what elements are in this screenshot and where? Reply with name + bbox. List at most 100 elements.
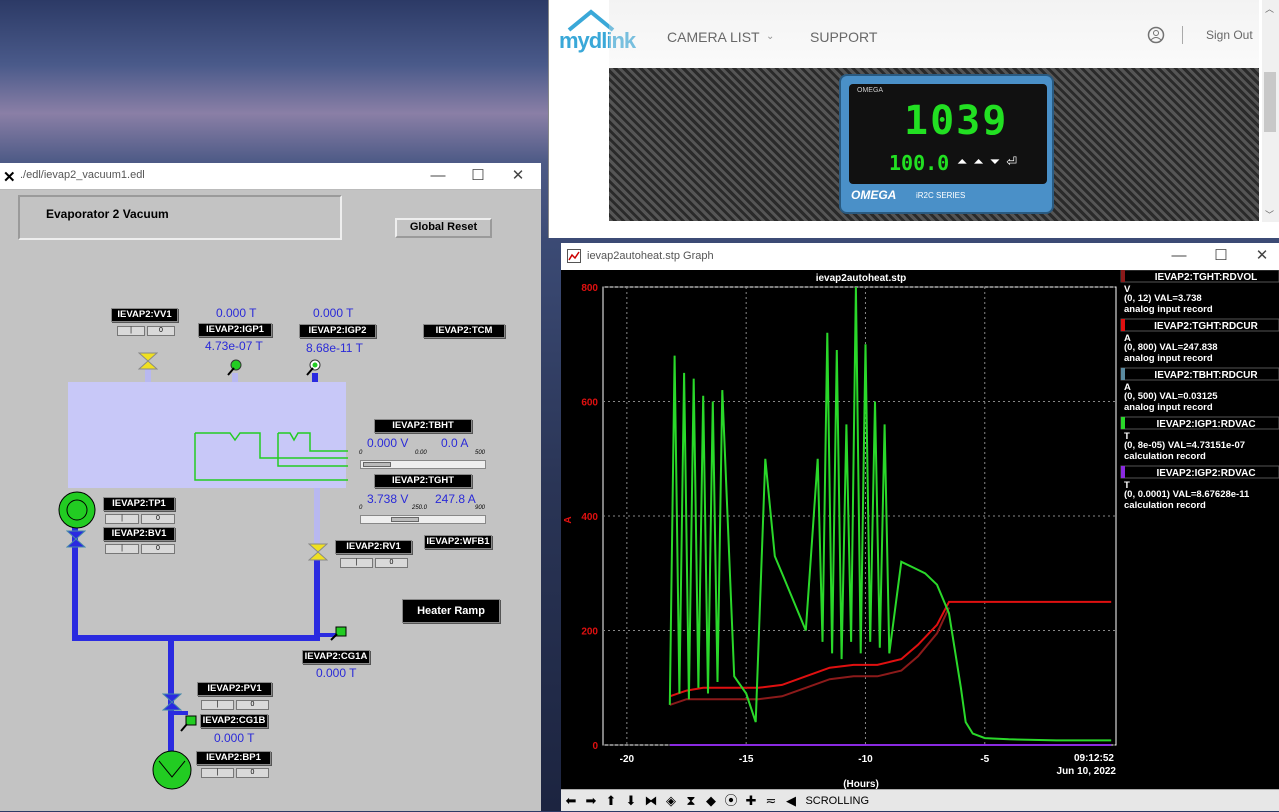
tbht-slider[interactable] — [360, 460, 486, 469]
chart-title: ievap2autoheat.stp — [816, 273, 907, 284]
legend-range: (0, 12) VAL=3.738 — [1124, 293, 1202, 304]
tght-slider[interactable] — [360, 515, 486, 524]
legend-name: IEVAP2:TGHT:RDCUR — [1154, 321, 1258, 332]
pv-label-tp1: IEVAP2:TP1 — [103, 497, 175, 511]
pv1-controls[interactable]: | 0 — [201, 700, 269, 710]
cg1b-gauge-icon[interactable] — [180, 715, 198, 733]
minimize-icon[interactable]: — — [423, 166, 453, 186]
pv-label-bv1: IEVAP2:BV1 — [103, 527, 175, 541]
tght-scale-min: 0 — [359, 505, 363, 511]
tght-current: 247.8 A — [435, 492, 476, 506]
legend-record-type: calculation record — [1124, 451, 1206, 462]
graph-titlebar: ievap2autoheat.stp Graph — ☐ ✕ — [561, 243, 1279, 270]
close-icon[interactable]: ✕ — [1247, 246, 1277, 266]
tp1-off-button[interactable]: | — [105, 514, 139, 524]
legend-color-swatch — [1121, 270, 1125, 282]
sv-display: 100.0 — [889, 151, 950, 175]
pv1-open-button[interactable]: 0 — [236, 700, 269, 710]
legend-color-swatch — [1121, 466, 1125, 478]
backing-pump-icon[interactable] — [151, 749, 193, 791]
bv1-valve-icon[interactable] — [66, 530, 86, 548]
pv1-close-button[interactable]: | — [201, 700, 234, 710]
arrow-right-icon[interactable]: ➡ — [583, 793, 599, 809]
legend-record-type: analog input record — [1124, 353, 1213, 364]
tbht-scale-min: 0 — [359, 450, 363, 456]
chart-canvas[interactable]: 0 200 400 600 800 -20 -15 -10 -5 ievap2autoheat.s… — [561, 269, 1279, 790]
cg1a-gauge-icon[interactable] — [330, 626, 348, 642]
bv1-close-button[interactable]: | — [105, 544, 139, 554]
legend-range: (0, 800) VAL=247.838 — [1124, 342, 1218, 353]
bp1-on-button[interactable]: 0 — [236, 768, 269, 778]
pv-label-tght: IEVAP2:TGHT — [374, 474, 472, 488]
zoom-out-y-icon[interactable]: ◆ — [703, 793, 719, 809]
legend-record-type: analog input record — [1124, 304, 1213, 315]
legend-range: (0, 500) VAL=0.03125 — [1124, 391, 1218, 402]
minimize-icon[interactable]: — — [1164, 246, 1194, 266]
scroll-icon[interactable]: ◀ — [783, 793, 799, 809]
camera-window: mydlink CAMERA LIST ⌄ SUPPORT Sign Out O… — [548, 0, 1279, 238]
series-line-2 — [669, 607, 950, 706]
x-tick-label: -10 — [858, 754, 873, 765]
tght-slider-thumb[interactable] — [391, 517, 419, 522]
heater-wiring — [194, 432, 348, 481]
tbht-current: 0.0 A — [441, 436, 469, 450]
x-axis-label: (Hours) — [843, 779, 879, 789]
arrow-up-icon[interactable]: ⬆ — [603, 793, 619, 809]
edl-window-title: ./edl/ievap2_vacuum1.edl — [20, 169, 145, 181]
vv1-valve-icon[interactable] — [138, 352, 158, 370]
maximize-icon[interactable]: ☐ — [463, 166, 493, 186]
y-axis-label: A — [563, 516, 574, 523]
y-tick-label: 400 — [581, 512, 598, 523]
turbo-pump-icon[interactable] — [57, 490, 97, 530]
vv1-close-button[interactable]: | — [117, 326, 145, 336]
controller-buttons: ⏶⏶⏷⏎ — [957, 154, 1024, 169]
center-icon[interactable]: ⦿ — [723, 793, 739, 809]
vv1-controls[interactable]: | 0 — [117, 326, 175, 336]
pv1-valve-icon[interactable] — [162, 693, 182, 711]
plus-icon[interactable]: ✚ — [743, 793, 759, 809]
bp1-controls[interactable]: | 0 — [201, 768, 269, 778]
camera-feed: OMEGA 1039 100.0 ⏶⏶⏷⏎ OMEGA iR2C SERIES — [609, 68, 1259, 221]
rv1-close-button[interactable]: | — [340, 558, 373, 568]
heater-ramp-button[interactable]: Heater Ramp — [402, 599, 500, 623]
pv-label-tcm: IEVAP2:TCM — [423, 324, 505, 338]
bv1-controls[interactable]: | 0 — [105, 544, 175, 554]
tp1-on-button[interactable]: 0 — [141, 514, 175, 524]
rv1-valve-icon[interactable] — [308, 543, 328, 561]
tght-scale-mid: 250.0 — [412, 505, 428, 511]
igp1-setpoint: 0.000 T — [216, 306, 257, 320]
tp1-controls[interactable]: | 0 — [105, 514, 175, 524]
scroll-up-icon[interactable]: ︿ — [1265, 2, 1274, 15]
igp2-gauge-icon[interactable] — [305, 359, 323, 377]
x-tick-label: -5 — [980, 754, 989, 765]
pv-label-cg1b: IEVAP2:CG1B — [200, 714, 268, 728]
zoom-in-y-icon[interactable]: ⧗ — [683, 793, 699, 809]
arrow-down-icon[interactable]: ⬇ — [623, 793, 639, 809]
bv1-open-button[interactable]: 0 — [141, 544, 175, 554]
legend-record-type: calculation record — [1124, 500, 1206, 511]
rv1-controls[interactable]: | 0 — [340, 558, 408, 568]
arrow-left-icon[interactable]: ⬅ — [563, 793, 579, 809]
bp1-off-button[interactable]: | — [201, 768, 234, 778]
global-reset-button[interactable]: Global Reset — [395, 218, 492, 238]
scrollbar-thumb[interactable] — [1264, 72, 1276, 132]
vv1-open-button[interactable]: 0 — [147, 326, 175, 336]
legend-color-swatch — [1121, 368, 1125, 380]
pv-label-cg1a: IEVAP2:CG1A — [302, 650, 370, 664]
zoom-in-x-icon[interactable]: ⧓ — [643, 793, 659, 809]
camera-scrollbar[interactable]: ︿ ﹀ — [1262, 0, 1279, 222]
rv1-open-button[interactable]: 0 — [375, 558, 408, 568]
controller-brand: OMEGA — [851, 188, 897, 202]
autoscale-icon[interactable]: ≂ — [763, 793, 779, 809]
igp1-gauge-icon[interactable] — [226, 359, 244, 377]
strip-chart[interactable]: 0 200 400 600 800 -20 -15 -10 -5 ievap2autoheat.s… — [561, 269, 1279, 790]
close-icon[interactable]: ✕ — [503, 166, 533, 186]
maximize-icon[interactable]: ☐ — [1206, 246, 1236, 266]
rv1-upper-pipe — [314, 488, 320, 543]
tbht-slider-thumb[interactable] — [363, 462, 391, 467]
scroll-down-icon[interactable]: ﹀ — [1265, 208, 1274, 221]
zoom-out-x-icon[interactable]: ◈ — [663, 793, 679, 809]
legend-name: IEVAP2:TGHT:RDVOL — [1155, 272, 1258, 283]
x-app-icon: ✕ — [3, 169, 16, 186]
igp2-setpoint: 0.000 T — [313, 306, 354, 320]
